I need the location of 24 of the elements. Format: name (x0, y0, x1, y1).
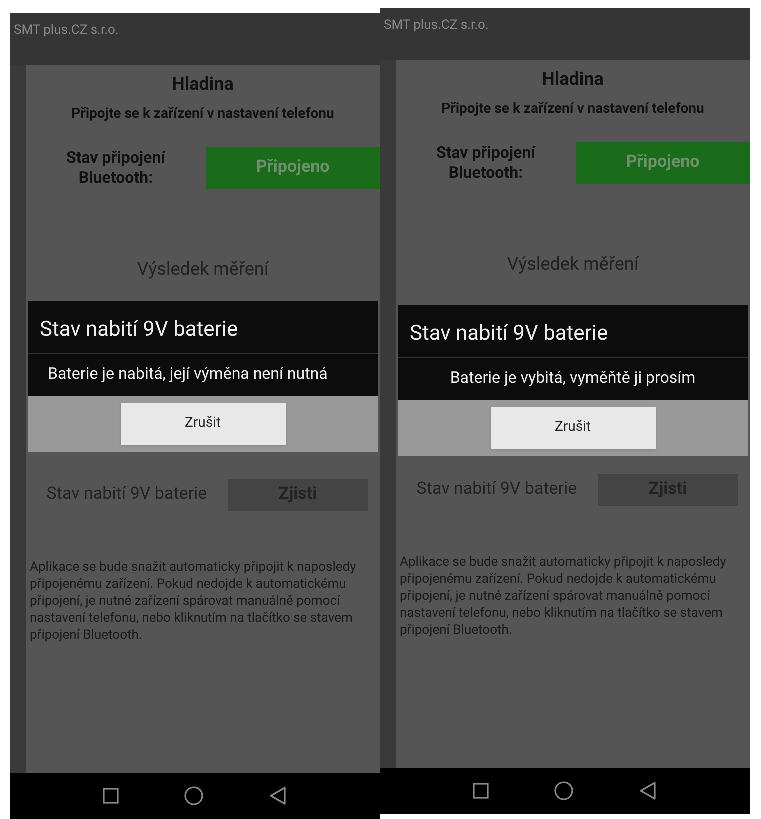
dialog-message: Baterie je nabitá, její výměna není nutná (47, 362, 329, 384)
back-icon[interactable] (269, 786, 288, 806)
dialog-title: Stav nabití 9V baterie (28, 301, 378, 354)
recent-apps-icon[interactable] (102, 788, 119, 804)
recent-apps-icon[interactable] (472, 783, 489, 799)
info-text: Aplikace se bude snažit automaticky připojit k naposledy připojenému zařízení. Pokud nedojde k automatickému připojení, je nutné zařízení spárovat manuálně pomocí nastavení telefonu, nebo kliknutím na tlačítko se stavem připojení Bluetooth. (30, 559, 358, 644)
info-text: Aplikace se bude snažit automaticky připojit k naposledy připojenému zařízení. Pokud nedojde k automatickému připojení, je nutné zařízení spárovat manuálně pomocí nastavení telefonu, nebo kliknutím na tlačítko se stavem připojení Bluetooth. (400, 554, 728, 639)
dialog-title: Stav nabití 9V baterie (398, 305, 748, 358)
bluetooth-label: Stav připojení Bluetooth: (435, 143, 537, 183)
bluetooth-label: Stav připojení Bluetooth: (65, 148, 167, 188)
home-icon[interactable] (554, 781, 574, 801)
app-title: SMT plus.CZ s.r.o. (14, 23, 119, 38)
app-title: SMT plus.CZ s.r.o. (384, 18, 489, 33)
back-icon[interactable] (639, 781, 658, 801)
heading: Hladina (171, 73, 235, 97)
subheading: Připojte se k zařízení v nastavení telefonu (440, 100, 706, 119)
cancel-button[interactable]: Zrušit (490, 406, 656, 448)
bluetooth-status-button[interactable]: Připojeno (576, 142, 750, 184)
dialog-message: Baterie je vybitá, vyměňtě ji prosím (449, 366, 697, 388)
bluetooth-status-button[interactable]: Připojeno (206, 147, 380, 189)
subheading: Připojte se k zařízení v nastavení telefonu (70, 105, 336, 124)
home-icon[interactable] (184, 786, 204, 806)
heading: Hladina (541, 68, 605, 92)
cancel-button[interactable]: Zrušit (120, 402, 286, 444)
